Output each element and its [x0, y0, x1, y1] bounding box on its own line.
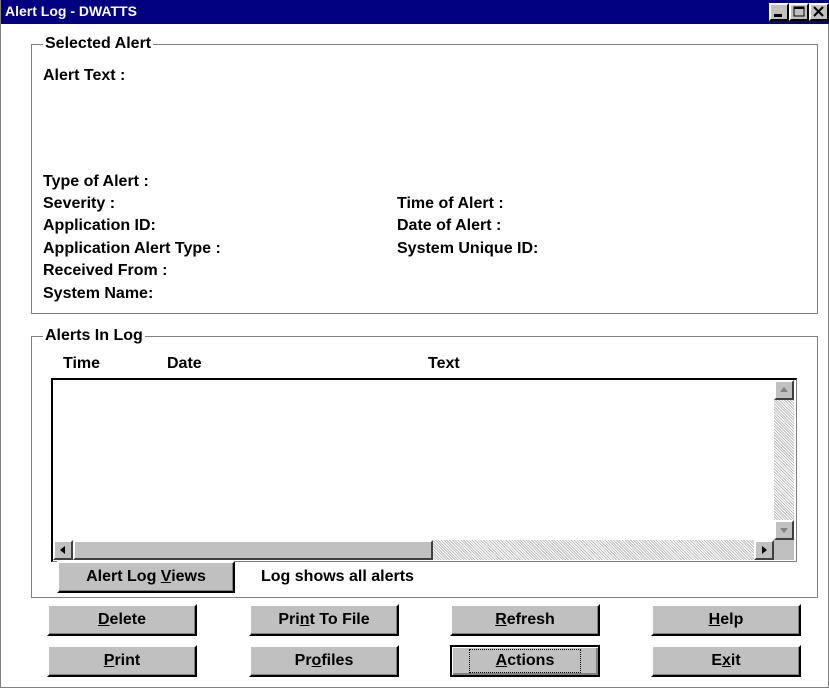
delete-label-post: elete — [109, 611, 147, 628]
minimize-button[interactable] — [769, 3, 789, 21]
scroll-left-button[interactable] — [53, 540, 73, 560]
profiles-button[interactable]: Profiles — [249, 645, 399, 677]
exit-button[interactable]: Exit — [651, 645, 801, 677]
alert-log-views-label-post: iews — [171, 568, 206, 585]
column-header-date[interactable]: Date — [167, 353, 202, 375]
alert-log-views-label-pre: Alert Log — [86, 568, 161, 585]
alert-log-views-mnemonic: V — [160, 568, 172, 585]
scrollbar-corner — [774, 540, 794, 560]
system-name-label: System Name: — [43, 285, 154, 302]
column-header-time[interactable]: Time — [63, 353, 100, 375]
delete-button[interactable]: Delete — [47, 604, 197, 636]
scroll-right-icon — [762, 546, 767, 554]
refresh-mnemonic: R — [495, 611, 507, 628]
close-button[interactable] — [809, 3, 829, 21]
selected-alert-group-label: Selected Alert — [43, 35, 154, 53]
close-icon — [813, 6, 824, 17]
scroll-up-button[interactable] — [774, 380, 794, 400]
alerts-in-log-group-label: Alerts In Log — [43, 327, 145, 345]
maximize-button[interactable] — [789, 3, 809, 21]
scroll-down-button[interactable] — [774, 520, 794, 540]
exit-mnemonic: x — [721, 652, 731, 669]
print-to-file-button[interactable]: Print To File — [249, 604, 399, 636]
date-of-alert-label: Date of Alert : — [397, 217, 502, 234]
log-status-text: Log shows all alerts — [261, 568, 414, 585]
actions-label-post: ctions — [507, 652, 555, 669]
system-unique-id-label: System Unique ID: — [397, 240, 539, 257]
help-mnemonic: H — [708, 611, 721, 628]
vertical-scrollbar[interactable] — [774, 380, 794, 540]
alert-text-label: Alert Text : — [43, 67, 126, 84]
severity-label: Severity : — [43, 195, 116, 212]
alert-log-views-button[interactable]: Alert Log Views — [57, 561, 235, 593]
help-label-post: elp — [720, 611, 744, 628]
print-to-file-label-post: t To File — [309, 611, 370, 628]
minimize-icon — [774, 14, 782, 17]
received-from-label: Received From : — [43, 262, 168, 279]
print-to-file-label-pre: Pri — [278, 611, 300, 628]
profiles-label-post: files — [321, 652, 354, 669]
horizontal-scroll-thumb[interactable] — [73, 540, 433, 560]
print-button[interactable]: Print — [47, 645, 197, 677]
profiles-mnemonic: o — [311, 652, 322, 669]
time-of-alert-label: Time of Alert : — [397, 195, 504, 212]
print-mnemonic: P — [103, 652, 115, 669]
scroll-left-icon — [60, 546, 65, 554]
window-title: Alert Log - DWATTS — [5, 3, 137, 19]
scroll-up-icon — [780, 387, 788, 392]
print-label-post: rint — [114, 652, 141, 669]
title-bar[interactable]: Alert Log - DWATTS — [1, 0, 829, 24]
scroll-right-button[interactable] — [754, 540, 774, 560]
help-button[interactable]: Help — [651, 604, 801, 636]
actions-button[interactable]: Actions — [450, 645, 600, 677]
profiles-label-pre: Pr — [294, 652, 312, 669]
exit-label-post: it — [730, 652, 741, 669]
type-of-alert-label: Type of Alert : — [43, 173, 149, 190]
actions-mnemonic: A — [495, 652, 508, 669]
actions-focus-ring: Actions — [468, 649, 582, 673]
column-header-text[interactable]: Text — [428, 353, 460, 375]
delete-mnemonic: D — [97, 611, 110, 628]
refresh-button[interactable]: Refresh — [450, 604, 600, 636]
alerts-list[interactable] — [51, 378, 797, 562]
maximize-icon — [793, 6, 805, 17]
refresh-label-post: efresh — [506, 611, 555, 628]
application-alert-type-label: Application Alert Type : — [43, 240, 221, 257]
exit-label-pre: E — [711, 652, 722, 669]
alert-log-window: Alert Log - DWATTS Selected Alert Alert … — [0, 0, 829, 688]
scroll-down-icon — [780, 528, 788, 533]
application-id-label: Application ID: — [43, 217, 156, 234]
